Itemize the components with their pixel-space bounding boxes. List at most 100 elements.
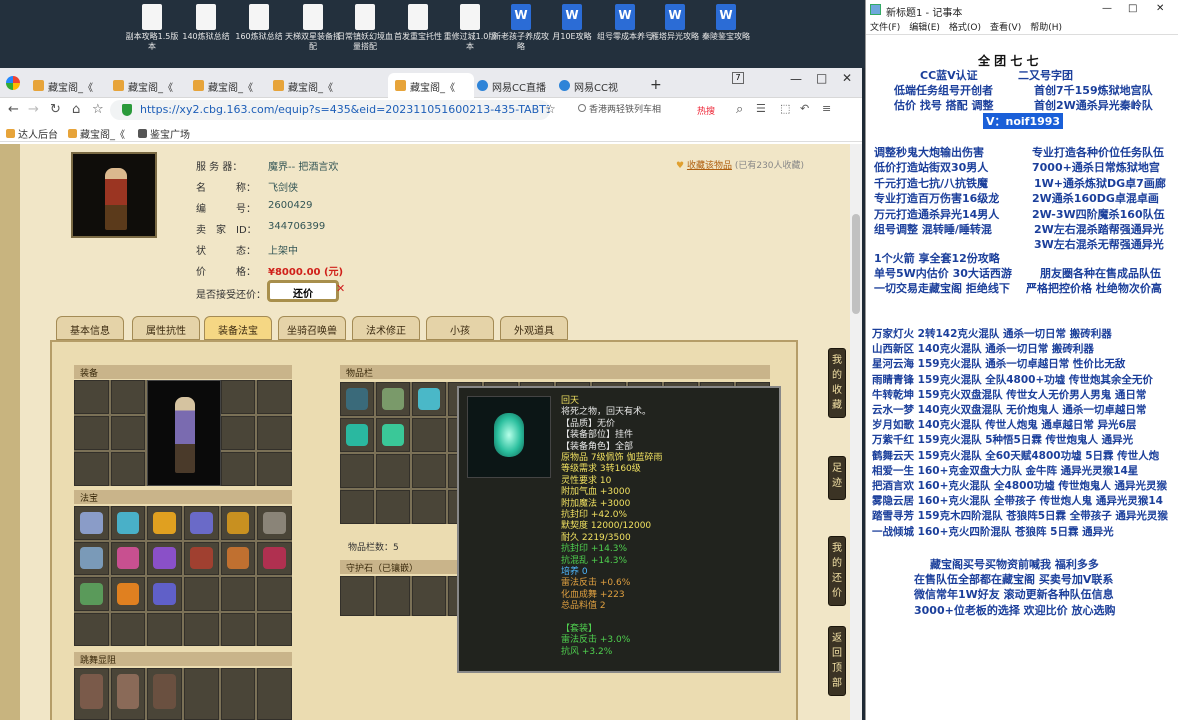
grid-slot[interactable] <box>257 577 292 611</box>
grid-slot[interactable] <box>340 418 374 452</box>
bargain-button[interactable]: 还价 <box>267 280 339 302</box>
bookmark-item[interactable]: 鉴宝广场 <box>138 126 190 141</box>
game-tab[interactable]: 坐骑召唤兽 <box>278 316 346 340</box>
desktop-icon[interactable]: 月10E攻略 <box>544 4 600 42</box>
notepad-maximize-icon[interactable]: □ <box>1128 3 1137 14</box>
browser-tab[interactable]: 藏宝阁_《 <box>266 73 352 98</box>
grid-slot[interactable] <box>110 541 146 575</box>
notepad-menu-item[interactable]: 格式(O) <box>949 23 981 33</box>
grid-slot[interactable] <box>257 380 292 414</box>
close-icon[interactable]: ✕ <box>842 71 852 85</box>
grid-slot[interactable] <box>220 380 256 414</box>
game-tab[interactable]: 小孩 <box>426 316 494 340</box>
browser-tab[interactable]: 网易CC直播 <box>470 73 556 98</box>
grid-slot[interactable] <box>257 541 292 575</box>
grid-slot[interactable] <box>147 612 182 646</box>
grid-slot[interactable] <box>74 577 109 611</box>
bookmark-star-icon[interactable]: ☆ <box>545 102 556 116</box>
grid-slot[interactable] <box>184 668 219 720</box>
grid-slot[interactable] <box>220 506 256 540</box>
bargain-close-icon[interactable]: ✕ <box>336 282 345 295</box>
extension-icon[interactable]: ⬚ <box>780 102 790 115</box>
browser-logo-icon[interactable] <box>6 76 20 90</box>
notepad-menu-item[interactable]: 编辑(E) <box>909 23 940 33</box>
search-icon[interactable]: ⌕ <box>736 102 743 117</box>
grid-slot[interactable] <box>74 416 109 450</box>
tab-count-badge[interactable]: 7 <box>732 72 744 84</box>
grid-slot[interactable] <box>110 380 146 414</box>
desktop-icon[interactable]: 140炼狱总结 <box>178 4 234 42</box>
desktop-icon[interactable]: 首发重宝托性 <box>390 4 446 42</box>
grid-slot[interactable] <box>376 382 410 416</box>
scrollbar-thumb[interactable] <box>852 214 860 314</box>
star-outline-icon[interactable]: ☆ <box>92 102 104 117</box>
grid-slot[interactable] <box>340 576 374 616</box>
forward-icon[interactable]: → <box>28 102 39 117</box>
grid-slot[interactable] <box>257 612 292 646</box>
grid-slot[interactable] <box>110 577 146 611</box>
grid-slot[interactable] <box>74 506 109 540</box>
reload-icon[interactable]: ↻ <box>50 102 61 117</box>
favorite-link[interactable]: ♥ 收藏该物品 (已有230人收藏) <box>676 158 804 171</box>
notepad-menu-item[interactable]: 帮助(H) <box>1030 23 1062 33</box>
grid-slot[interactable] <box>257 506 292 540</box>
footprint-button[interactable]: 足迹 <box>828 456 846 500</box>
desktop-icon[interactable]: 新老孩子养成攻略 <box>493 4 549 52</box>
grid-slot[interactable] <box>74 452 109 486</box>
grid-slot[interactable] <box>340 454 374 488</box>
maximize-icon[interactable]: □ <box>816 71 827 85</box>
notepad-body[interactable]: 全 团 七 七 CC蓝V认证 二又号字团 低端任务组号开创者 首创7千159炼狱地宫队估… <box>866 36 1178 720</box>
grid-slot[interactable] <box>376 454 410 488</box>
browser-tab[interactable]: 藏宝阁_《 <box>388 73 474 98</box>
grid-slot[interactable] <box>340 490 374 524</box>
grid-slot[interactable] <box>74 541 109 575</box>
grid-slot[interactable] <box>184 506 219 540</box>
my-favorites-button[interactable]: 我的收藏 <box>828 348 846 418</box>
game-tab[interactable]: 基本信息 <box>56 316 124 340</box>
undo-icon[interactable]: ↶ <box>800 102 809 115</box>
grid-slot[interactable] <box>257 416 292 450</box>
grid-slot[interactable] <box>184 612 219 646</box>
hot-search-badge[interactable]: 热搜 <box>697 104 715 117</box>
grid-slot[interactable] <box>110 668 146 720</box>
notepad-menu-item[interactable]: 文件(F) <box>870 23 900 33</box>
search-hint[interactable]: 香港两轻铁列车相 <box>578 102 698 119</box>
game-tab[interactable]: 属性抗性 <box>132 316 200 340</box>
desktop-icon[interactable]: 160炼狱总结 <box>231 4 287 42</box>
minimize-icon[interactable]: — <box>790 72 802 86</box>
menu-icon[interactable]: ☰ <box>756 102 766 115</box>
grid-slot[interactable] <box>412 454 446 488</box>
grid-slot[interactable] <box>220 541 256 575</box>
grid-slot[interactable] <box>220 612 256 646</box>
bookmark-item[interactable]: 藏宝阁_《 <box>68 126 125 141</box>
game-tab[interactable]: 外观道具 <box>500 316 568 340</box>
notepad-close-icon[interactable]: ✕ <box>1156 3 1164 14</box>
more-icon[interactable]: ≡ <box>822 102 831 115</box>
grid-slot[interactable] <box>220 577 256 611</box>
desktop-icon[interactable]: 秦陵鉴宝攻略 <box>698 4 754 42</box>
url-input[interactable]: https://xy2.cbg.163.com/equip?s=435&eid=… <box>110 100 550 120</box>
grid-slot[interactable] <box>220 668 256 720</box>
desktop-icon[interactable]: 副本攻略1.5版本 <box>124 4 180 52</box>
grid-slot[interactable] <box>412 382 446 416</box>
desktop-icon[interactable]: 天梯双星装备搭配 <box>285 4 341 52</box>
grid-slot[interactable] <box>110 452 146 486</box>
grid-slot[interactable] <box>184 541 219 575</box>
desktop-icon[interactable]: 日常镇妖幻境血量搭配 <box>337 4 393 52</box>
grid-slot[interactable] <box>184 577 219 611</box>
grid-slot[interactable] <box>376 490 410 524</box>
grid-slot[interactable] <box>376 418 410 452</box>
grid-slot[interactable] <box>257 668 292 720</box>
my-bargain-button[interactable]: 我的还价 <box>828 536 846 606</box>
desktop-icon[interactable]: 雁塔异光攻略 <box>647 4 703 42</box>
grid-slot[interactable] <box>147 577 182 611</box>
grid-slot[interactable] <box>220 416 256 450</box>
grid-slot[interactable] <box>74 668 109 720</box>
browser-tab[interactable]: 网易CC视 <box>552 73 638 98</box>
page-scrollbar[interactable] <box>850 144 862 720</box>
grid-slot[interactable] <box>147 541 182 575</box>
grid-slot[interactable] <box>412 418 446 452</box>
desktop-icon[interactable]: 组号零成本养号 <box>597 4 653 42</box>
grid-slot[interactable] <box>110 416 146 450</box>
browser-tab[interactable]: 藏宝阁_《 <box>26 73 112 98</box>
